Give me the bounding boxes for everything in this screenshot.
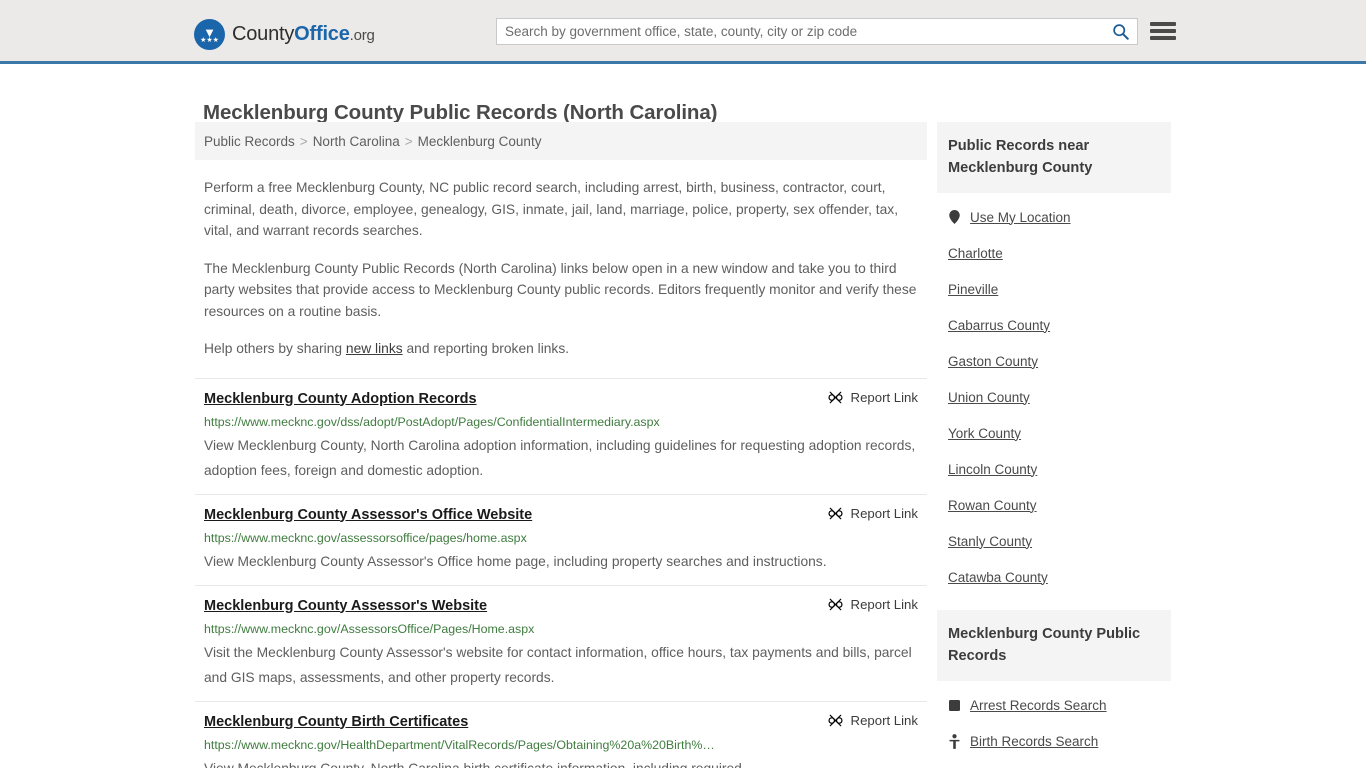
result-title-link[interactable]: Mecklenburg County Adoption Records	[204, 390, 477, 409]
result-header: Mecklenburg County Assessor's Website Re…	[204, 597, 918, 616]
sidebar-near-heading: Public Records near Mecklenburg County	[937, 122, 1171, 193]
sidebar-item-birth-records-search[interactable]: Birth Records Search	[937, 723, 1171, 759]
sidebar-link-label[interactable]: Charlotte	[948, 246, 1003, 261]
breadcrumb: Public Records > North Carolina > Meckle…	[195, 122, 927, 160]
result-item: Mecklenburg County Assessor's Website Re…	[195, 584, 927, 701]
report-link-label: Report Link	[850, 389, 918, 405]
hamburger-menu-icon[interactable]	[1150, 20, 1176, 42]
sidebar-link-label[interactable]: Catawba County	[948, 570, 1048, 585]
hamburger-bar-1	[1150, 22, 1176, 26]
sidebar-item-gaston-county[interactable]: Gaston County	[937, 343, 1171, 379]
result-title-link[interactable]: Mecklenburg County Assessor's Website	[204, 597, 487, 616]
result-url: https://www.mecknc.gov/assessorsoffice/p…	[204, 530, 527, 545]
report-link-label: Report Link	[850, 505, 918, 521]
sidebar-link-label[interactable]: Gaston County	[948, 354, 1038, 369]
report-link-button[interactable]: Report Link	[827, 505, 918, 521]
breadcrumb-separator: >	[404, 133, 413, 149]
main-content: Public Records > North Carolina > Meckle…	[195, 122, 927, 768]
search-button[interactable]	[1103, 19, 1137, 44]
breadcrumb-item-mecklenburg-county[interactable]: Mecklenburg County	[418, 134, 542, 149]
sidebar-link-label[interactable]: Rowan County	[948, 498, 1037, 513]
breadcrumb-item-north-carolina[interactable]: North Carolina	[313, 134, 400, 149]
result-url: https://www.mecknc.gov/dss/adopt/PostAdo…	[204, 414, 660, 429]
broken-link-icon	[827, 391, 843, 403]
sidebar-item-catawba-county[interactable]: Catawba County	[937, 559, 1171, 595]
sidebar-item-business-license-search[interactable]: Business License Search	[937, 759, 1171, 768]
logo-wordmark: CountyOffice.org	[232, 23, 375, 46]
help-prefix: Help others by sharing	[204, 341, 346, 356]
intro-paragraph-3: Help others by sharing new links and rep…	[204, 338, 918, 360]
sidebar-near-links: Use My Location Charlotte Pineville Caba…	[937, 193, 1171, 595]
logo-text-county: County	[232, 23, 295, 45]
result-title-link[interactable]: Mecklenburg County Assessor's Office Web…	[204, 506, 532, 525]
sidebar-link-label[interactable]: Cabarrus County	[948, 318, 1050, 333]
sidebar-link-label[interactable]: Union County	[948, 390, 1030, 405]
site-header: ▼ ★★★ CountyOffice.org	[0, 0, 1366, 64]
result-description: Visit the Mecklenburg County Assessor's …	[204, 644, 912, 685]
hamburger-bar-2	[1150, 29, 1176, 33]
sidebar-records-heading: Mecklenburg County Public Records	[937, 610, 1171, 681]
result-description: View Mecklenburg County, North Carolina …	[204, 760, 742, 768]
sidebar-link-label[interactable]: Pineville	[948, 282, 998, 297]
broken-link-icon	[827, 507, 843, 519]
new-links-link[interactable]: new links	[346, 341, 403, 356]
sidebar-link-label[interactable]: Arrest Records Search	[970, 698, 1107, 713]
sidebar-item-charlotte[interactable]: Charlotte	[937, 235, 1171, 271]
sidebar-item-stanly-county[interactable]: Stanly County	[937, 523, 1171, 559]
search-icon	[1112, 24, 1129, 40]
logo-text-office: Office	[294, 23, 350, 45]
report-link-button[interactable]: Report Link	[827, 712, 918, 728]
breadcrumb-item-public-records[interactable]: Public Records	[204, 134, 295, 149]
sidebar-item-lincoln-county[interactable]: Lincoln County	[937, 451, 1171, 487]
report-link-button[interactable]: Report Link	[827, 596, 918, 612]
result-description: View Mecklenburg County, North Carolina …	[204, 437, 916, 478]
eagle-seal-icon: ▼ ★★★	[194, 19, 225, 50]
result-url: https://www.mecknc.gov/AssessorsOffice/P…	[204, 621, 535, 636]
report-link-button[interactable]: Report Link	[827, 389, 918, 405]
intro-paragraph-1: Perform a free Mecklenburg County, NC pu…	[204, 180, 899, 238]
results-list: Mecklenburg County Adoption Records Repo…	[195, 377, 927, 768]
result-header: Mecklenburg County Adoption Records Repo…	[204, 390, 918, 409]
search-input[interactable]	[497, 24, 1103, 39]
hamburger-bar-3	[1150, 36, 1176, 40]
result-item: Mecklenburg County Birth Certificates Re…	[195, 700, 927, 768]
sidebar-link-label[interactable]: York County	[948, 426, 1021, 441]
sidebar-near-box: Public Records near Mecklenburg County U…	[937, 122, 1171, 595]
result-url: https://www.mecknc.gov/HealthDepartment/…	[204, 737, 715, 752]
breadcrumb-separator: >	[299, 133, 308, 149]
broken-link-icon	[827, 714, 843, 726]
sidebar-item-york-county[interactable]: York County	[937, 415, 1171, 451]
sidebar-item-union-county[interactable]: Union County	[937, 379, 1171, 415]
sidebar-link-label[interactable]: Stanly County	[948, 534, 1032, 549]
logo-text-tld: .org	[349, 27, 375, 44]
sidebar: Public Records near Mecklenburg County U…	[937, 122, 1171, 768]
sidebar-records-links: Arrest Records Search Birth Records Sear…	[937, 681, 1171, 768]
sidebar-item-pineville[interactable]: Pineville	[937, 271, 1171, 307]
sidebar-item-cabarrus-county[interactable]: Cabarrus County	[937, 307, 1171, 343]
search-bar[interactable]	[496, 18, 1138, 45]
result-item: Mecklenburg County Assessor's Office Web…	[195, 493, 927, 585]
map-pin-icon	[948, 210, 961, 225]
result-header: Mecklenburg County Birth Certificates Re…	[204, 713, 918, 732]
help-suffix: and reporting broken links.	[402, 341, 570, 356]
result-header: Mecklenburg County Assessor's Office Web…	[204, 506, 918, 525]
sidebar-item-arrest-records-search[interactable]: Arrest Records Search	[937, 687, 1171, 723]
sidebar-link-label[interactable]: Use My Location	[970, 210, 1071, 225]
report-link-label: Report Link	[850, 596, 918, 612]
sidebar-link-label[interactable]: Birth Records Search	[970, 734, 1098, 749]
intro-text: Perform a free Mecklenburg County, NC pu…	[195, 177, 927, 360]
sidebar-item-use-my-location[interactable]: Use My Location	[937, 199, 1171, 235]
broken-link-icon	[827, 598, 843, 610]
arrest-records-icon	[948, 698, 961, 713]
result-title-link[interactable]: Mecklenburg County Birth Certificates	[204, 713, 468, 732]
result-description: View Mecklenburg County Assessor's Offic…	[204, 553, 827, 569]
intro-paragraph-2: The Mecklenburg County Public Records (N…	[204, 260, 917, 319]
sidebar-link-label[interactable]: Lincoln County	[948, 462, 1037, 477]
site-logo[interactable]: ▼ ★★★ CountyOffice.org	[194, 19, 375, 50]
report-link-label: Report Link	[850, 712, 918, 728]
sidebar-records-box: Mecklenburg County Public Records Arrest…	[937, 610, 1171, 768]
birth-records-icon	[948, 733, 961, 749]
result-item: Mecklenburg County Adoption Records Repo…	[195, 377, 927, 494]
sidebar-item-rowan-county[interactable]: Rowan County	[937, 487, 1171, 523]
